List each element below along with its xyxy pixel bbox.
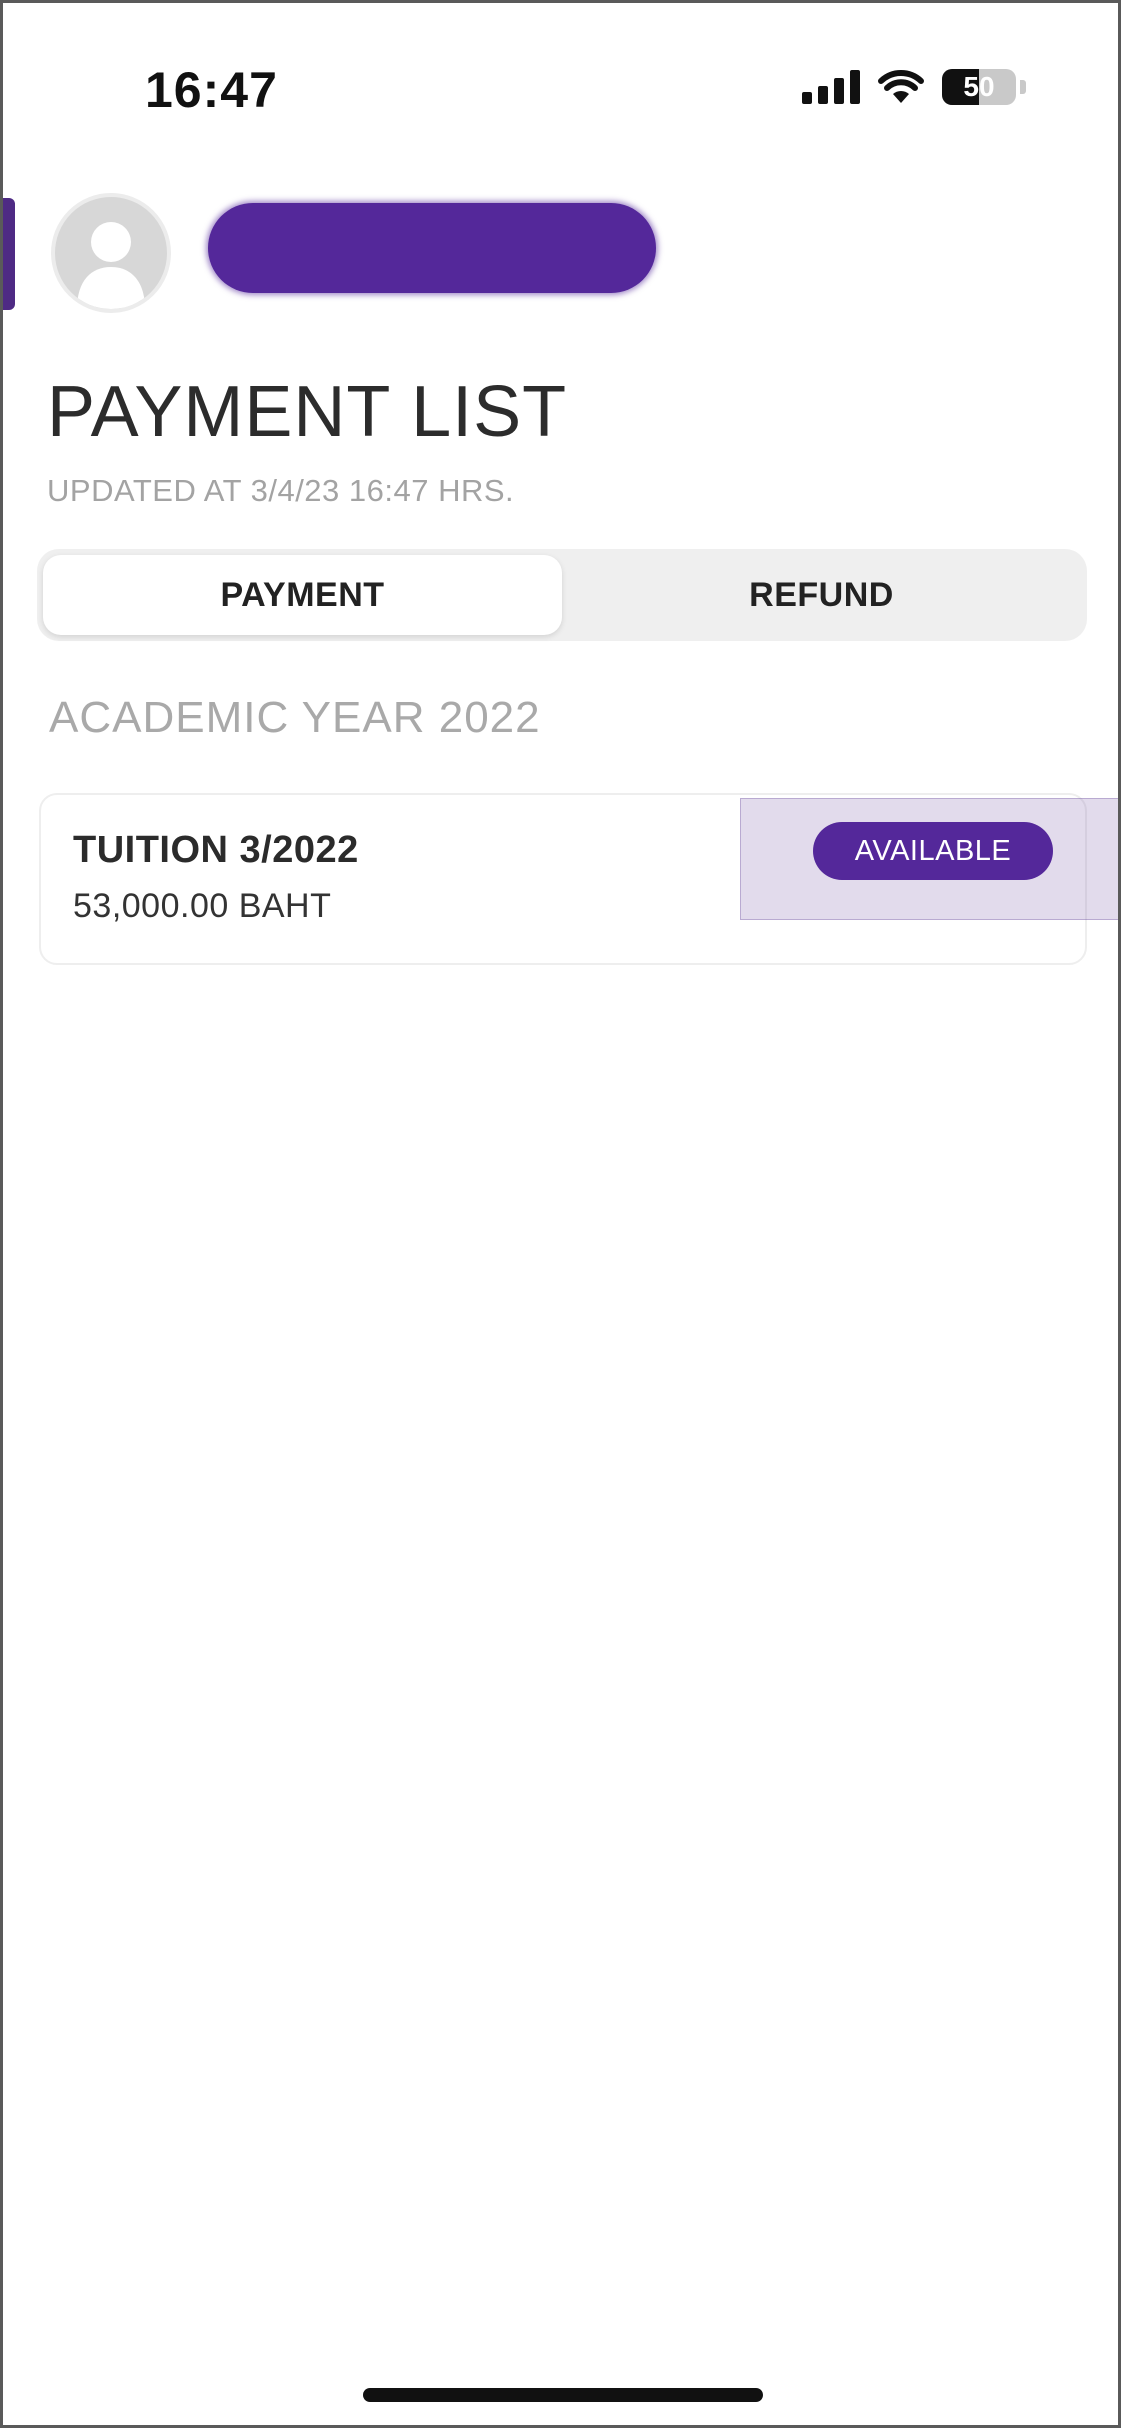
page-title: PAYMENT LIST <box>47 372 568 452</box>
tab-payment[interactable]: PAYMENT <box>43 555 562 635</box>
battery-icon: 50 <box>942 69 1016 105</box>
section-title: ACADEMIC YEAR 2022 <box>49 693 541 742</box>
battery-level: 50 <box>963 71 995 102</box>
status-time: 16:47 <box>145 62 278 118</box>
avatar[interactable] <box>51 193 171 313</box>
wifi-icon <box>878 69 924 105</box>
status-icons: 50 <box>802 69 1026 105</box>
app-screen: 16:47 50 PAYMENT LIST UPDATED AT 3/4/23 … <box>0 0 1121 2428</box>
payment-amount: 53,000.00 BAHT <box>73 887 332 925</box>
battery-tip <box>1020 80 1026 94</box>
tab-refund[interactable]: REFUND <box>562 555 1081 635</box>
user-silhouette-icon <box>77 222 145 309</box>
status-badge[interactable]: AVAILABLE <box>813 822 1053 880</box>
updated-timestamp: UPDATED AT 3/4/23 16:47 HRS. <box>47 473 515 508</box>
signal-icon <box>802 70 860 104</box>
home-indicator[interactable] <box>363 2388 763 2402</box>
side-accent-bar <box>3 198 15 310</box>
user-name-redacted <box>208 203 656 293</box>
payment-refund-tabs: PAYMENT REFUND <box>37 549 1087 641</box>
payment-title: TUITION 3/2022 <box>73 829 359 871</box>
